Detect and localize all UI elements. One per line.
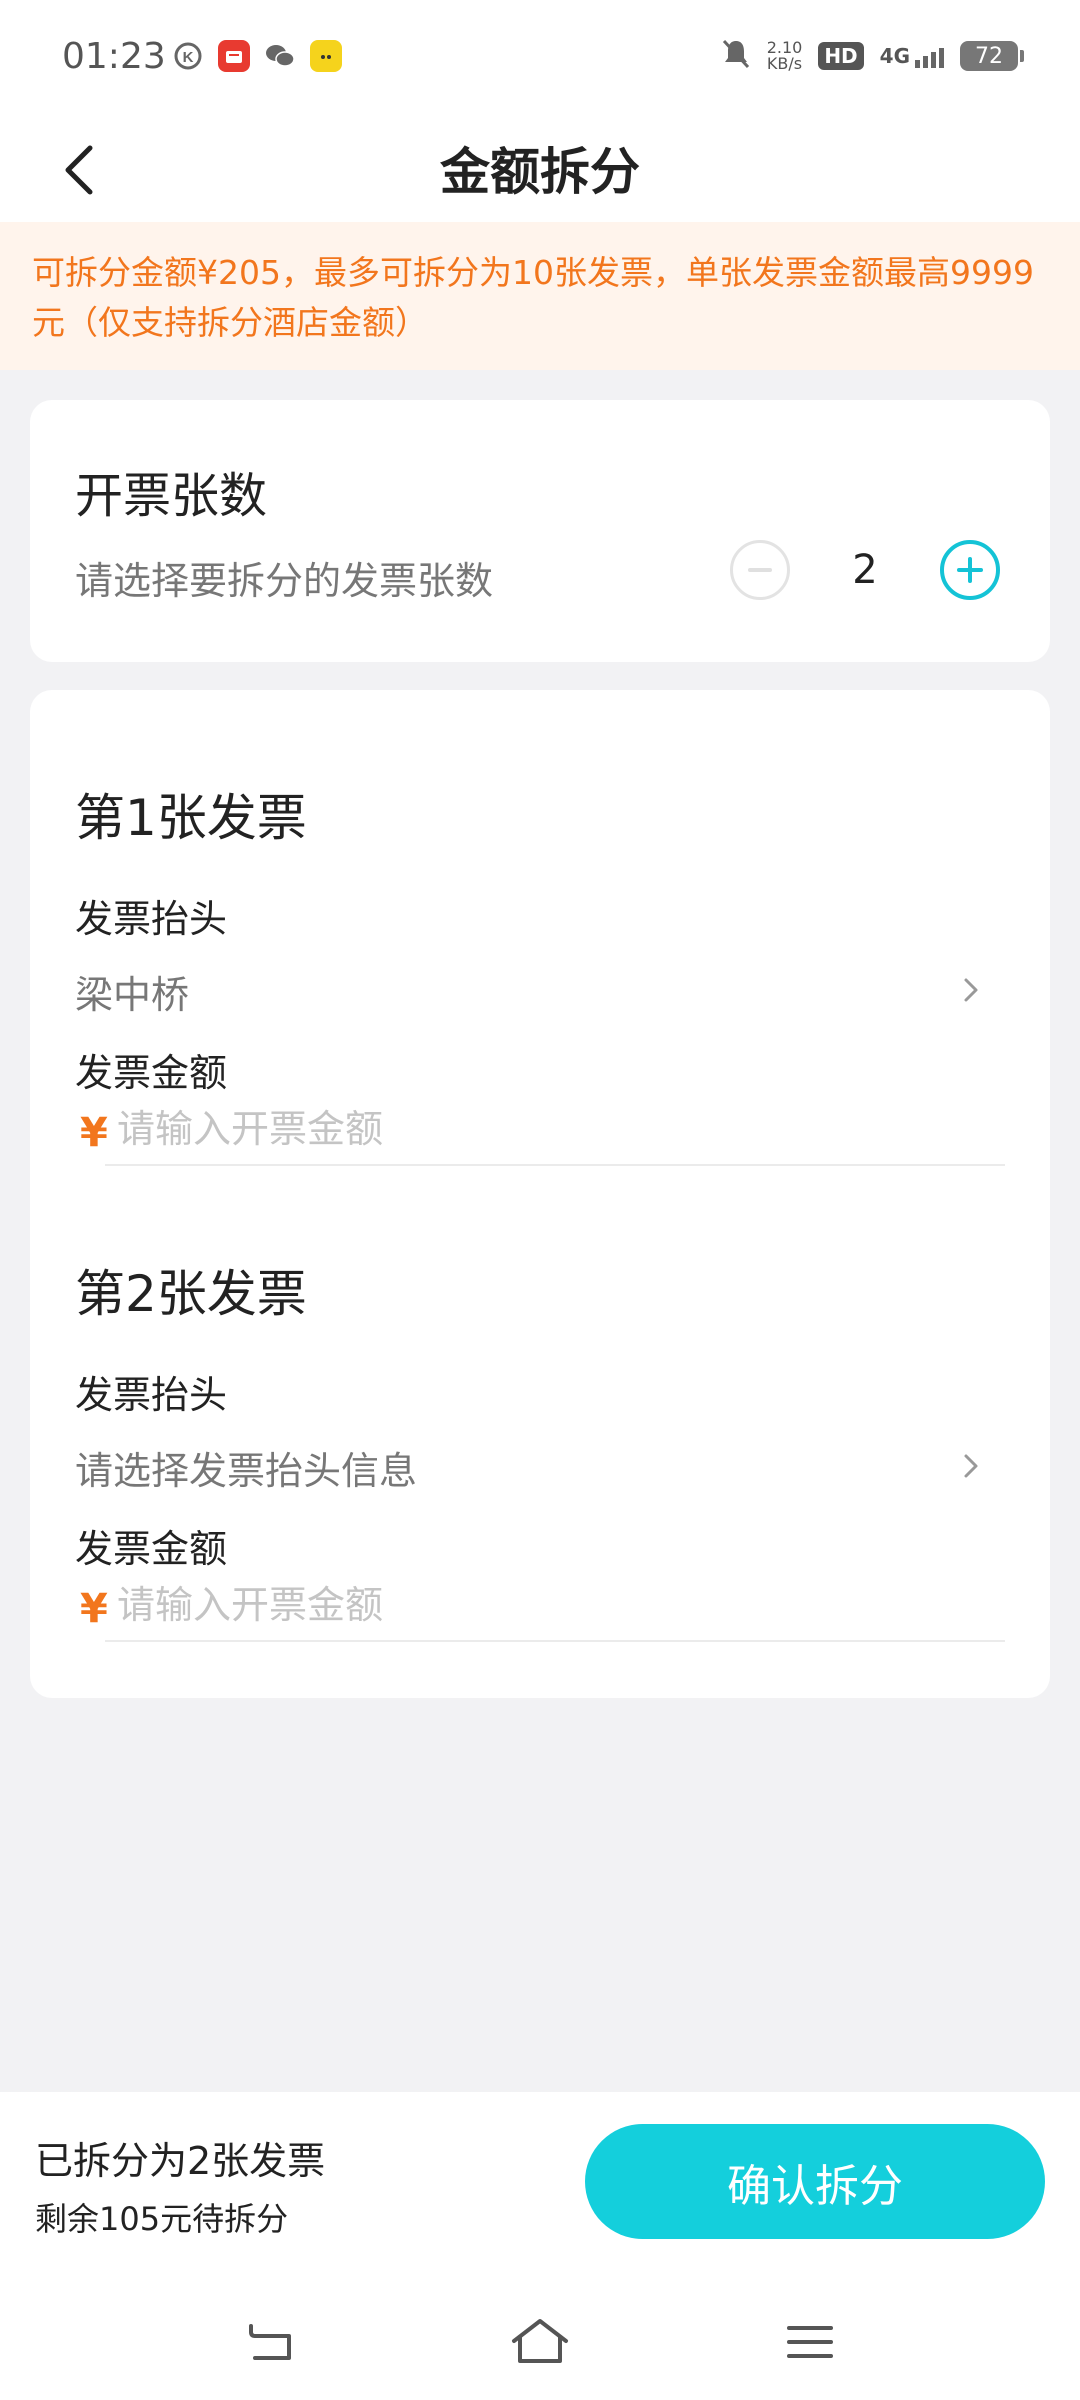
net-speed-unit: KB/s (766, 54, 803, 73)
invoice-count-card: 开票张数 请选择要拆分的发票张数 2 (30, 400, 1050, 662)
system-icons: 2.10 KB/s HD 4G 72 (721, 38, 1024, 74)
divider (105, 1640, 1005, 1642)
invoice-count-stepper: 2 (730, 540, 1000, 600)
svg-text:K: K (183, 49, 194, 66)
invoice-amount-label: 发票金额 (75, 1051, 228, 1095)
currency-symbol: ¥ (80, 1586, 108, 1632)
yellow-app-icon (310, 40, 342, 72)
invoice-header-label: 发票抬头 (75, 1373, 228, 1417)
invoice-header-label: 发票抬头 (75, 897, 228, 941)
invoice-amount-row: ¥ (75, 1582, 1005, 1646)
invoice-count-value: 2 (852, 547, 878, 593)
notice-text: 可拆分金额¥205，最多可拆分为10张发票，单张发票金额最高9999元（仅支持拆… (32, 253, 1034, 342)
invoices-card: 第1张发票 发票抬头 梁中桥 发票金额 ¥ 第2张发票 发票抬头 请选择发票抬头… (30, 690, 1050, 1698)
divider (105, 1164, 1005, 1166)
currency-symbol: ¥ (80, 1110, 108, 1156)
nav-menu-button[interactable] (775, 2312, 845, 2372)
invoice-header-selector[interactable]: 梁中桥 (75, 958, 1005, 1018)
invoice-header-value: 梁中桥 (75, 973, 190, 1017)
invoice-count-title: 开票张数 (75, 468, 268, 524)
menu-icon (787, 2326, 833, 2358)
notification-icons: K (172, 40, 342, 72)
nav-back-icon (249, 2324, 291, 2360)
split-notice: 可拆分金额¥205，最多可拆分为10张发票，单张发票金额最高9999元（仅支持拆… (0, 222, 1080, 370)
invoice-item: 第2张发票 发票抬头 请选择发票抬头信息 发票金额 ¥ (75, 1254, 1005, 1674)
nav-home-button[interactable] (505, 2312, 575, 2372)
status-bar: 01:23 K 2.10 KB/s HD 4G 72 (0, 0, 1080, 110)
wechat-icon (264, 40, 296, 72)
chevron-right-icon (961, 970, 985, 1010)
decrease-button[interactable] (730, 540, 790, 600)
battery-indicator: 72 (960, 41, 1024, 71)
invoice-header-value: 请选择发票抬头信息 (75, 1449, 418, 1493)
home-icon (512, 2319, 568, 2363)
k-icon: K (172, 40, 204, 72)
invoice-title: 第2张发票 (75, 1265, 307, 1323)
invoice-header-selector[interactable]: 请选择发票抬头信息 (75, 1434, 1005, 1494)
network-type: 4G (879, 44, 910, 68)
bottom-action-bar: 已拆分为2张发票 剩余105元待拆分 确认拆分 (0, 2092, 1080, 2400)
signal-icon: 4G (880, 44, 944, 68)
confirm-split-button[interactable]: 确认拆分 (585, 2124, 1045, 2239)
invoice-count-subtitle: 请选择要拆分的发票张数 (75, 559, 494, 603)
split-summary: 已拆分为2张发票 (35, 2139, 326, 2183)
nav-back-button[interactable] (235, 2312, 305, 2372)
page-title: 金额拆分 (440, 143, 640, 201)
hd-badge: HD (818, 42, 864, 70)
plus-icon (957, 557, 983, 583)
navigation-header: 金额拆分 (0, 110, 1080, 222)
invoice-amount-row: ¥ (75, 1106, 1005, 1170)
net-speed: 2.10 KB/s (767, 40, 803, 72)
split-remaining: 剩余105元待拆分 (35, 2200, 289, 2238)
shop-icon (218, 40, 250, 72)
chevron-right-icon (961, 1446, 985, 1486)
status-time: 01:23 (62, 36, 166, 77)
mute-icon (721, 38, 751, 74)
invoice-item: 第1张发票 发票抬头 梁中桥 发票金额 ¥ (75, 778, 1005, 1198)
invoice-title: 第1张发票 (75, 789, 307, 847)
invoice-amount-input[interactable] (115, 1582, 819, 1628)
minus-icon (748, 568, 772, 572)
invoice-amount-label: 发票金额 (75, 1527, 228, 1571)
increase-button[interactable] (940, 540, 1000, 600)
system-navigation-bar (0, 2282, 1080, 2400)
invoice-amount-input[interactable] (115, 1106, 819, 1152)
